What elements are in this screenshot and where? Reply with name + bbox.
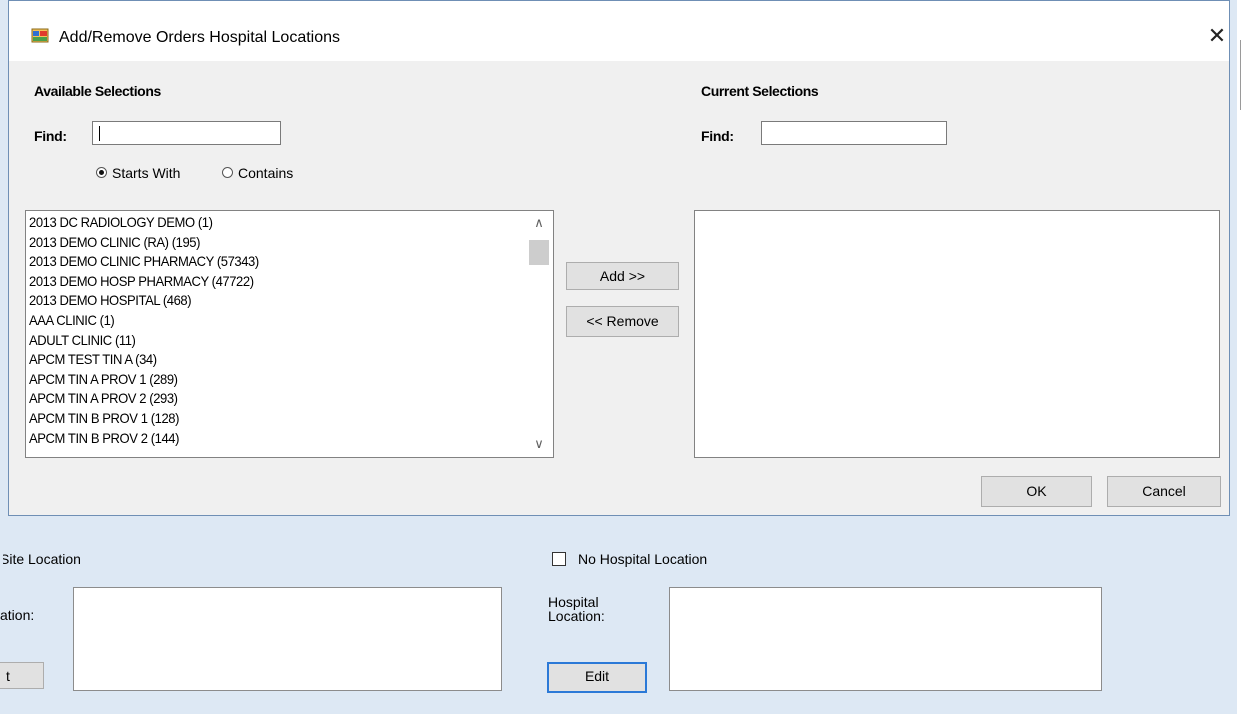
list-item[interactable]: AAA CLINIC (1) bbox=[29, 312, 115, 329]
dialog-title: Add/Remove Orders Hospital Locations bbox=[59, 29, 341, 46]
list-item[interactable]: 2013 DC RADIOLOGY DEMO (1) bbox=[29, 214, 213, 231]
list-item[interactable]: 2013 DEMO HOSPITAL (468) bbox=[29, 292, 192, 309]
hospital-location-box[interactable] bbox=[669, 587, 1102, 691]
close-icon[interactable]: ✕ bbox=[1205, 25, 1229, 49]
no-hospital-location-checkbox[interactable] bbox=[552, 552, 566, 566]
ok-button[interactable]: OK bbox=[981, 476, 1092, 507]
add-remove-locations-dialog: Add/Remove Orders Hospital Locations ✕ A… bbox=[8, 0, 1230, 516]
site-location-edit-button[interactable]: t bbox=[0, 662, 44, 689]
list-item[interactable]: APCM TIN A PROV 2 (293) bbox=[29, 390, 178, 407]
site-location-box[interactable] bbox=[73, 587, 502, 691]
site-location-label: Site Location bbox=[0, 551, 81, 567]
cancel-button[interactable]: Cancel bbox=[1107, 476, 1221, 507]
scroll-down-icon[interactable]: ∨ bbox=[526, 437, 552, 451]
available-find-input[interactable] bbox=[92, 121, 281, 145]
vertical-scrollbar[interactable]: ∧ ∨ bbox=[526, 212, 552, 456]
current-selections-heading: Current Selections bbox=[701, 83, 819, 99]
hospital-location-label-line2: Location: bbox=[548, 608, 605, 624]
available-find-label: Find: bbox=[34, 128, 67, 144]
contains-label: Contains bbox=[238, 165, 294, 181]
add-button[interactable]: Add >> bbox=[566, 262, 679, 290]
text-caret bbox=[99, 126, 100, 141]
current-selections-list[interactable] bbox=[694, 210, 1220, 458]
starts-with-radio[interactable] bbox=[96, 167, 107, 178]
scroll-up-icon[interactable]: ∧ bbox=[526, 216, 552, 230]
remove-button[interactable]: << Remove bbox=[566, 306, 679, 337]
hospital-location-edit-button[interactable]: Edit bbox=[547, 662, 647, 693]
no-hospital-location-label: No Hospital Location bbox=[578, 551, 708, 567]
scroll-thumb[interactable] bbox=[529, 240, 549, 265]
list-item[interactable]: APCM TIN B PROV 2 (144) bbox=[29, 430, 179, 447]
list-item[interactable]: APCM TEST TIN A (34) bbox=[29, 351, 157, 368]
list-item[interactable]: 2013 DEMO HOSP PHARMACY (47722) bbox=[29, 273, 254, 290]
list-item[interactable]: APCM TIN B PROV 1 (128) bbox=[29, 410, 179, 427]
list-item[interactable]: 2013 DEMO CLINIC PHARMACY (57343) bbox=[29, 253, 259, 270]
list-item[interactable]: ADULT CLINIC (11) bbox=[29, 332, 136, 349]
starts-with-label: Starts With bbox=[112, 165, 181, 181]
available-selections-heading: Available Selections bbox=[34, 83, 161, 99]
background-divider bbox=[1240, 40, 1241, 110]
location-label: ation: bbox=[0, 607, 35, 623]
list-item[interactable]: APCM TIN A PROV 1 (289) bbox=[29, 371, 178, 388]
current-find-label: Find: bbox=[701, 128, 734, 144]
list-item[interactable]: 2013 DEMO CLINIC (RA) (195) bbox=[29, 234, 200, 251]
dialog-titlebar: Add/Remove Orders Hospital Locations ✕ bbox=[9, 1, 1229, 61]
available-selections-list[interactable]: 2013 DC RADIOLOGY DEMO (1) 2013 DEMO CLIN… bbox=[25, 210, 554, 458]
current-find-input[interactable] bbox=[761, 121, 947, 145]
application-icon bbox=[31, 28, 49, 43]
contains-radio[interactable] bbox=[222, 167, 233, 178]
